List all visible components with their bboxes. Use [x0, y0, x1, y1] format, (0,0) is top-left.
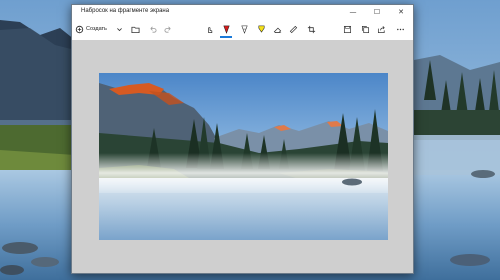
crop-button[interactable]	[305, 22, 317, 36]
snip-sketch-window: Набросок на фрагменте экрана — ☐ ✕ Созда…	[71, 4, 414, 274]
title-bar[interactable]: Набросок на фрагменте экрана — ☐ ✕	[72, 5, 413, 19]
new-snip-icon	[75, 25, 84, 34]
redo-button[interactable]	[162, 22, 174, 36]
highlighter-icon	[257, 25, 266, 34]
more-icon	[396, 25, 405, 34]
ballpoint-pen-icon	[222, 25, 231, 34]
minimize-button[interactable]: —	[341, 5, 365, 19]
copy-icon	[361, 25, 370, 34]
create-label: Создать	[86, 26, 107, 32]
undo-icon	[148, 25, 157, 34]
redo-icon	[164, 25, 173, 34]
copy-button[interactable]	[359, 22, 371, 36]
touch-writing-button[interactable]	[203, 22, 215, 36]
maximize-button[interactable]: ☐	[365, 5, 389, 19]
ruler-button[interactable]	[287, 22, 299, 36]
ballpoint-pen-button[interactable]	[219, 22, 233, 38]
create-button[interactable]: Создать	[75, 22, 107, 36]
ruler-icon	[289, 25, 298, 34]
window-controls: — ☐ ✕	[341, 5, 413, 19]
more-button[interactable]	[394, 22, 406, 36]
share-icon	[377, 25, 386, 34]
drawing-canvas[interactable]	[72, 40, 413, 273]
open-file-button[interactable]	[129, 22, 141, 36]
crop-icon	[307, 25, 316, 34]
save-icon	[343, 25, 352, 34]
eraser-button[interactable]	[271, 22, 283, 36]
highlighter-button[interactable]	[255, 22, 267, 36]
toolbar: Создать	[72, 19, 413, 39]
undo-button[interactable]	[146, 22, 158, 36]
snipped-image[interactable]	[99, 73, 388, 240]
dropdown-chevron-icon	[116, 26, 123, 33]
share-button[interactable]	[375, 22, 387, 36]
close-button[interactable]: ✕	[389, 5, 413, 19]
touch-writing-icon	[205, 25, 214, 34]
window-title: Набросок на фрагменте экрана	[81, 8, 170, 14]
open-folder-icon	[130, 25, 140, 34]
pencil-icon	[240, 25, 249, 34]
pencil-button[interactable]	[238, 22, 250, 36]
save-button[interactable]	[341, 22, 353, 36]
create-mode-dropdown[interactable]	[115, 22, 123, 36]
eraser-icon	[273, 25, 282, 34]
active-tool-indicator	[220, 36, 232, 38]
